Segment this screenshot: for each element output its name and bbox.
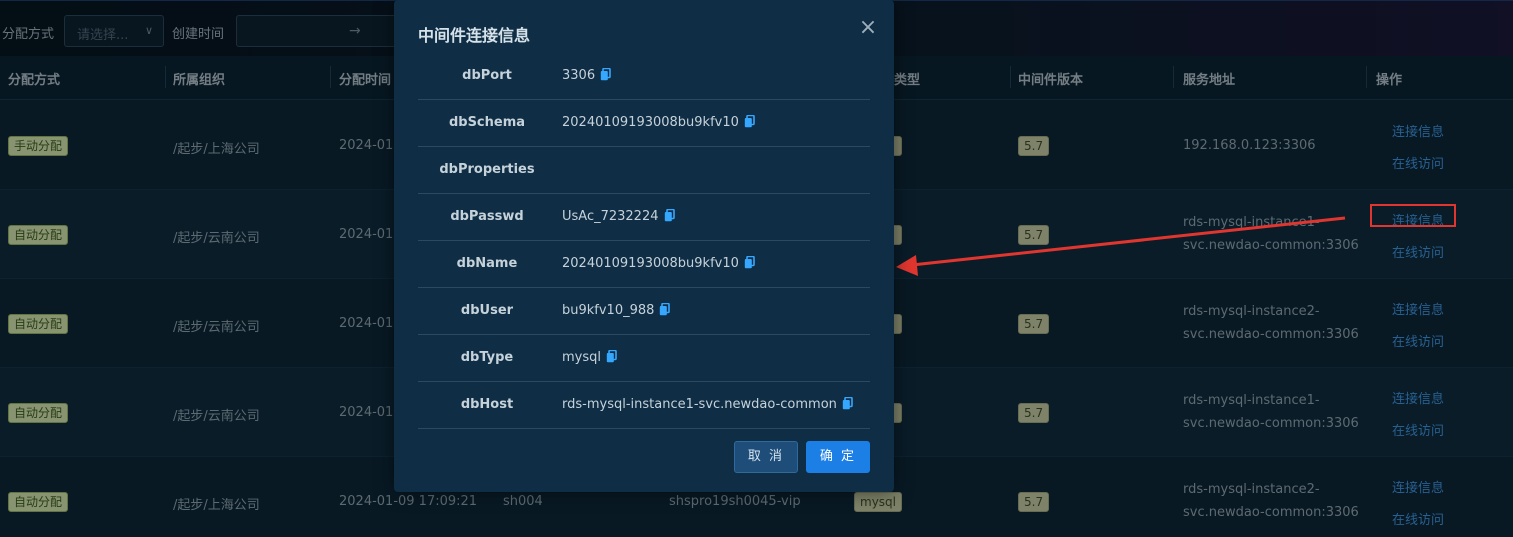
info-key: dbProperties [439,162,535,177]
copy-icon[interactable] [744,256,755,269]
info-row-dbschema: dbSchema 20240109193008bu9kfv10 [418,100,870,147]
info-value: 20240109193008bu9kfv10 [562,115,755,130]
info-value: rds-mysql-instance1-svc.newdao-common [562,397,853,412]
info-row-dbhost: dbHost rds-mysql-instance1-svc.newdao-co… [418,382,870,429]
info-key: dbUser [460,303,514,318]
copy-icon[interactable] [600,68,611,81]
info-key: dbPort [462,68,512,83]
copy-icon[interactable] [659,303,671,316]
info-row-dbuser: dbUser bu9kfv10_988 [418,288,870,335]
info-row-dbport: dbPort 3306 [418,53,870,100]
dialog-title: 中间件连接信息 [418,26,531,45]
info-key: dbHost [460,397,514,412]
copy-icon[interactable] [664,209,675,222]
annotation-highlight-box [1370,204,1456,227]
info-key: dbSchema [448,115,526,130]
info-row-dbtype: dbType mysql [418,335,870,382]
info-key: dbName [456,256,518,271]
confirm-button[interactable]: 确 定 [806,441,870,473]
info-row-dbproperties: dbProperties [418,147,870,194]
info-value: 3306 [562,68,611,83]
copy-icon[interactable] [744,115,755,128]
cancel-button[interactable]: 取 消 [734,441,798,473]
info-row-dbpasswd: dbPasswd UsAc_7232224 [418,194,870,241]
info-key: dbPasswd [450,209,524,224]
copy-icon[interactable] [842,397,853,410]
copy-icon[interactable] [606,350,617,363]
info-value: bu9kfv10_988 [562,303,671,318]
info-value: mysql [562,350,617,365]
connection-info-dialog: 中间件连接信息 × dbPort 3306 dbSchema 202401091… [394,0,894,492]
info-row-dbname: dbName 20240109193008bu9kfv10 [418,241,870,288]
close-icon[interactable]: × [856,16,880,40]
info-value: 20240109193008bu9kfv10 [562,256,755,271]
info-value: UsAc_7232224 [562,209,675,224]
info-key: dbType [460,350,514,365]
